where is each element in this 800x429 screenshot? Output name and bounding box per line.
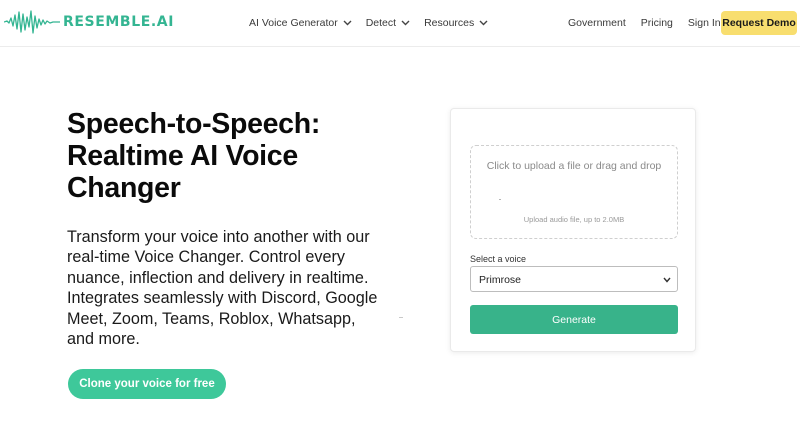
voice-changer-card: Click to upload a file or drag and drop … [450,108,696,352]
title-line: Changer [67,172,181,204]
description-line: real-time Voice Changer. Control every [67,248,346,267]
secondary-nav: Government Pricing Sign In [568,17,736,29]
description-line: Meet, Zoom, Teams, Roblox, Whatsapp, [67,309,356,328]
nav-resources[interactable]: Resources [424,17,488,29]
nav-government-link[interactable]: Government [568,17,626,29]
upload-hint: Upload audio file, up to 2.0MB [523,215,625,224]
voice-select-label: Select a voice [470,254,527,264]
chevron-down-icon [479,20,488,26]
nav-sign-in-link[interactable]: Sign In [688,17,721,29]
chevron-down-icon [401,20,410,26]
description-line: Transform your voice into another with o… [67,228,370,246]
generate-button[interactable]: Generate [470,305,678,334]
decorative-mark [399,317,403,318]
nav-pricing-link[interactable]: Pricing [641,17,673,29]
request-demo-button[interactable]: Request Demo [721,11,797,35]
clone-voice-button[interactable]: Clone your voice for free [68,369,226,399]
description-line: nuance, inflection and delivery in realt… [67,268,369,287]
upload-prompt: Click to upload a file or drag and drop [486,160,662,172]
title-line: Realtime AI Voice [67,140,298,172]
brand-logo[interactable]: RESEMBLE.AI [4,9,174,35]
nav-ai-voice-generator[interactable]: AI Voice Generator [249,17,352,29]
chevron-down-icon [343,20,352,26]
voice-select[interactable]: Primrose [470,266,678,292]
main-nav: AI Voice Generator Detect Resources [249,17,502,29]
hero-description: Transform your voice into another with o… [67,227,397,349]
top-navigation-bar: RESEMBLE.AI AI Voice Generator Detect Re… [0,0,800,47]
voice-select-value: Primrose [479,274,522,286]
waveform-logo-icon [4,10,60,34]
nav-label: Detect [365,17,397,29]
nav-label: Resources [424,17,475,29]
page-title: Speech-to-Speech: Realtime AI Voice Chan… [67,108,397,204]
chevron-down-icon [663,277,671,283]
brand-name: RESEMBLE.AI [63,14,175,30]
nav-label: AI Voice Generator [249,17,338,29]
title-line: Speech-to-Speech: [67,108,321,140]
description-line: Integrates seamlessly with Discord, Goog… [67,289,378,308]
upload-placeholder-dot [499,199,501,200]
nav-detect[interactable]: Detect [366,17,410,29]
file-upload-dropzone[interactable]: Click to upload a file or drag and drop … [470,145,678,239]
description-line: and more. [67,330,140,349]
